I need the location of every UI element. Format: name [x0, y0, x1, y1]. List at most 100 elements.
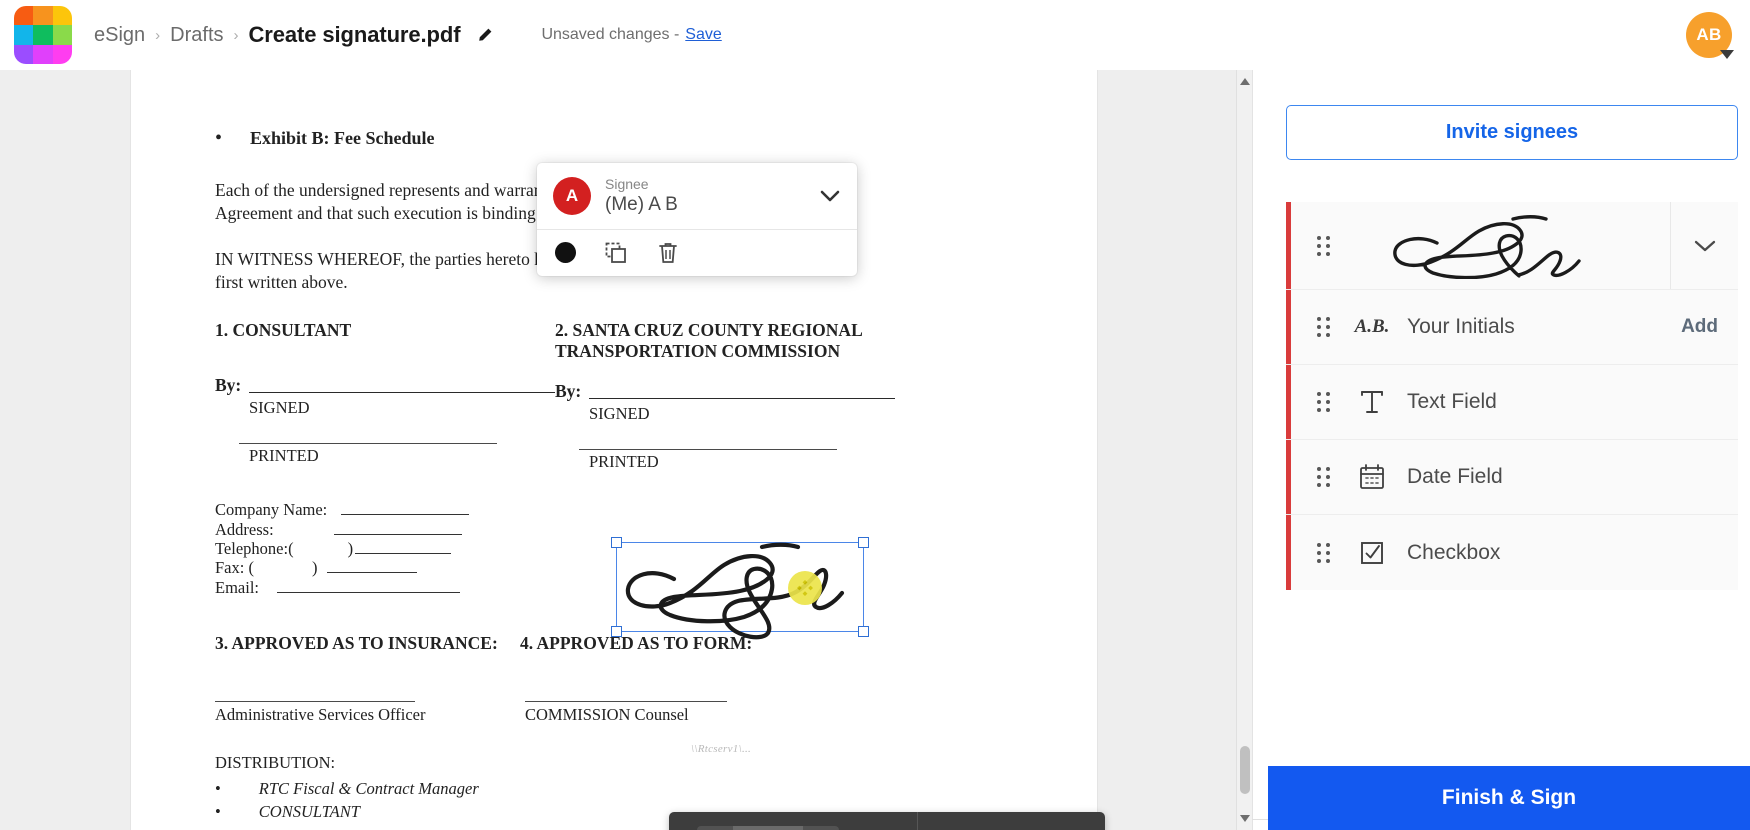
commission-by-row: By: [555, 381, 895, 402]
viewer-scrollbar[interactable] [1236, 70, 1252, 830]
breadcrumb-esign[interactable]: eSign [94, 24, 145, 47]
signed-caption: SIGNED [249, 398, 310, 418]
unsaved-changes-label: Unsaved changes - [541, 26, 680, 43]
signee-selector[interactable]: A Signee (Me) A B [537, 163, 857, 229]
field-tool-label: Checkbox [1407, 540, 1501, 564]
chevron-down-icon[interactable] [815, 186, 845, 206]
field-paren: ) [347, 538, 354, 558]
drag-handle-icon[interactable] [1317, 235, 1331, 256]
field-label: Telephone:( [215, 538, 294, 558]
drag-handle-icon[interactable] [1317, 467, 1331, 487]
app-logo-icon[interactable] [14, 6, 72, 64]
finish-and-sign-button[interactable]: Finish & Sign [1268, 766, 1750, 830]
signee-popup[interactable]: A Signee (Me) A B [537, 163, 857, 276]
printed-line [239, 418, 497, 445]
row-accent-bar [1286, 202, 1291, 289]
next-page-button[interactable] [803, 825, 839, 830]
resize-handle-bottom-left[interactable] [611, 626, 622, 638]
distribution-item: • RTC Fiscal & Contract Manager [215, 777, 1027, 800]
scroll-down-icon[interactable] [1240, 815, 1250, 822]
scrollbar-thumb[interactable] [1240, 746, 1250, 794]
field-blank-line [327, 560, 418, 574]
section-2-line-2: TRANSPORTATION COMMISSION [555, 340, 841, 361]
trash-icon[interactable] [656, 241, 680, 265]
checkbox-icon [1349, 539, 1395, 567]
section-2-line-1: 2. SANTA CRUZ COUNTY REGIONAL [555, 320, 863, 341]
breadcrumb: eSign › Drafts › Create signature.pdf [94, 22, 493, 48]
signee-label: Signee [605, 175, 649, 192]
copy-icon[interactable] [604, 241, 628, 265]
printed-line [579, 424, 837, 451]
exhibit-label: Exhibit B: Fee Schedule [250, 128, 435, 148]
placed-signature-field[interactable] [611, 537, 869, 640]
signee-text: Signee (Me) A B [605, 175, 678, 216]
user-menu[interactable]: AB [1686, 12, 1734, 59]
save-status: Unsaved changes - Save [541, 26, 721, 44]
invite-signees-button[interactable]: Invite signees [1286, 105, 1738, 160]
document-footer-note: \\Rtcserv1\... [691, 743, 752, 755]
resize-handle-top-right[interactable] [858, 537, 869, 549]
section-4-form: 4. APPROVED AS TO FORM: COMMISSION Couns… [520, 633, 825, 725]
field-tool-initials[interactable]: A.B. Your Initials Add [1286, 290, 1738, 365]
calendar-icon [1349, 463, 1395, 491]
section-1-title: 1. CONSULTANT [215, 320, 352, 341]
add-initials-button[interactable]: Add [1681, 316, 1718, 338]
drag-handle-icon[interactable] [1317, 317, 1331, 337]
page-title: Create signature.pdf [248, 22, 461, 47]
consultant-by-row: By: [215, 375, 555, 396]
bullet-marker: • [215, 778, 221, 798]
commission-column: 2. SANTA CRUZ COUNTY REGIONAL TRANSPORTA… [555, 320, 895, 472]
drag-handle-icon[interactable] [1317, 392, 1331, 412]
pencil-icon[interactable] [476, 27, 493, 44]
breadcrumb-separator-1: › [155, 26, 161, 44]
signature-options-chevron[interactable] [1670, 202, 1738, 289]
field-tool-label: Text Field [1407, 390, 1497, 413]
section-3-caption: Administrative Services Officer [215, 704, 426, 724]
row-accent-bar [1286, 515, 1291, 590]
document-viewer[interactable]: • Exhibit B: Fee Schedule Each of the un… [0, 70, 1252, 830]
filled-circle-icon[interactable] [555, 242, 576, 263]
by-label: By: [555, 381, 582, 402]
by-label: By: [215, 375, 242, 396]
field-label: Address: [215, 519, 274, 539]
signee-name: (Me) A B [605, 194, 678, 216]
consultant-column: 1. CONSULTANT By: SIGNED PRINTED [215, 320, 555, 472]
field-blank-line [333, 522, 462, 535]
previous-page-button[interactable] [697, 825, 733, 830]
signature-icon [1331, 213, 1670, 279]
field-tool-label: Date Field [1407, 465, 1503, 488]
approval-sections: 3. APPROVED AS TO INSURANCE: Administrat… [215, 633, 1027, 725]
exhibit-bullet: • Exhibit B: Fee Schedule [215, 128, 1027, 149]
signee-tools [537, 229, 857, 275]
save-link[interactable]: Save [685, 26, 721, 44]
field-tool-date[interactable]: Date Field [1286, 440, 1738, 515]
resize-handle-bottom-right[interactable] [858, 626, 869, 638]
field-blank-line [277, 580, 460, 593]
esign-editor-window: eSign › Drafts › Create signature.pdf Un… [0, 0, 1750, 830]
field-label: Fax: ( [215, 558, 254, 578]
resize-handle-top-left[interactable] [611, 537, 622, 549]
page-toolbar: of 10 [669, 812, 1105, 830]
field-tool-signature[interactable] [1286, 202, 1738, 290]
signature-line [249, 375, 555, 394]
field-tool-text[interactable]: Text Field [1286, 365, 1738, 440]
drag-handle-icon[interactable] [1317, 542, 1331, 563]
breadcrumb-drafts[interactable]: Drafts [170, 24, 223, 47]
field-blank-line [355, 541, 452, 554]
distribution-label: RTC Fiscal & Contract Manager [258, 778, 479, 798]
page-navigation: of 10 [669, 812, 919, 830]
field-tool-checkbox[interactable]: Checkbox [1286, 515, 1738, 590]
field-paren: ) [311, 558, 318, 578]
signature-ink [625, 542, 845, 640]
field-tools-list: A.B. Your Initials Add Text Field Date F… [1286, 202, 1738, 590]
field-label: Company Name: [215, 500, 328, 520]
scroll-up-icon[interactable] [1240, 78, 1250, 85]
page-number-input[interactable] [733, 825, 803, 830]
breadcrumb-separator-2: › [233, 26, 239, 44]
text-field-icon [1349, 388, 1395, 416]
section-3-title: 3. APPROVED AS TO INSURANCE: [215, 632, 498, 653]
chevron-down-icon [1720, 50, 1734, 59]
signature-status-badge [788, 571, 822, 606]
section-2-title: 2. SANTA CRUZ COUNTY REGIONAL TRANSPORTA… [555, 320, 895, 361]
field-blank-line [341, 502, 470, 516]
